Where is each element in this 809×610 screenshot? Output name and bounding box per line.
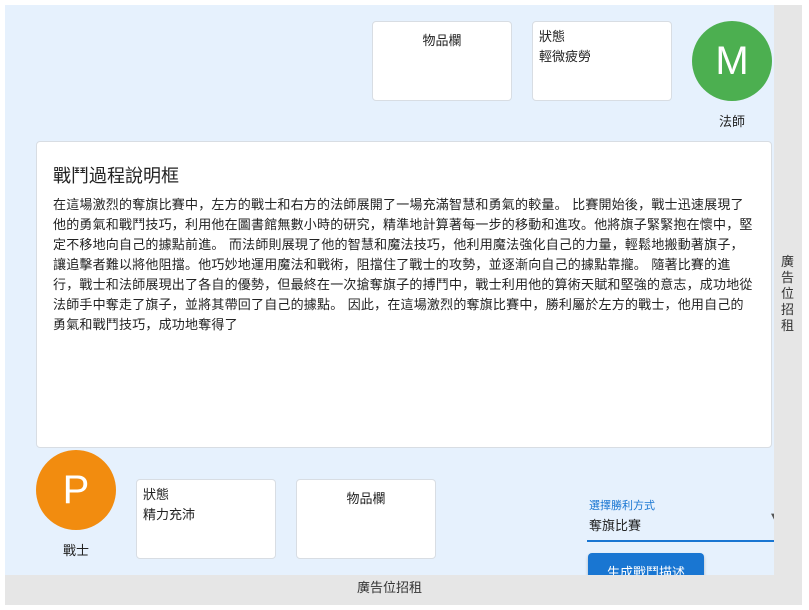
ad-right-label: 廣告位招租 [781,255,795,334]
battle-description-text: 在這場激烈的奪旗比賽中，左方的戰士和右方的法師展開了一場充滿智慧和勇氣的較量。 … [53,198,753,333]
win-mode-label: 選擇勝利方式 [589,499,655,512]
battle-description-box: 戰鬥過程說明框 在這場激烈的奪旗比賽中，左方的戰士和右方的法師展開了一場充滿智慧… [36,141,772,448]
mage-inventory-label: 物品欄 [422,34,462,49]
mage-avatar-letter: M [715,39,749,83]
battle-description-title: 戰鬥過程說明框 [53,166,179,187]
mage-status-label: 狀態 [539,30,566,45]
warrior-status-label: 狀態 [143,488,170,503]
warrior-status-value: 精力充沛 [143,508,196,523]
select-underline [587,540,789,542]
win-mode-value[interactable]: 奪旗比賽 [589,515,641,534]
ad-banner-right[interactable]: 廣告位招租 [774,5,802,605]
warrior-avatar: P [36,450,116,530]
mage-status-value: 輕微疲勞 [539,50,592,65]
warrior-name: 戰士 [62,544,89,559]
mage-name: 法師 [718,115,745,130]
warrior-avatar-letter: P [62,468,90,512]
warrior-inventory-label: 物品欄 [346,492,386,507]
mage-status-card: 狀態 輕微疲勞 [532,21,672,101]
mage-avatar: M [692,21,772,101]
warrior-inventory-card: 物品欄 [296,479,436,559]
mage-inventory-card: 物品欄 [372,21,512,101]
warrior-status-card: 狀態 精力充沛 [136,479,276,559]
ad-banner-bottom[interactable]: 廣告位招租 [5,575,774,605]
